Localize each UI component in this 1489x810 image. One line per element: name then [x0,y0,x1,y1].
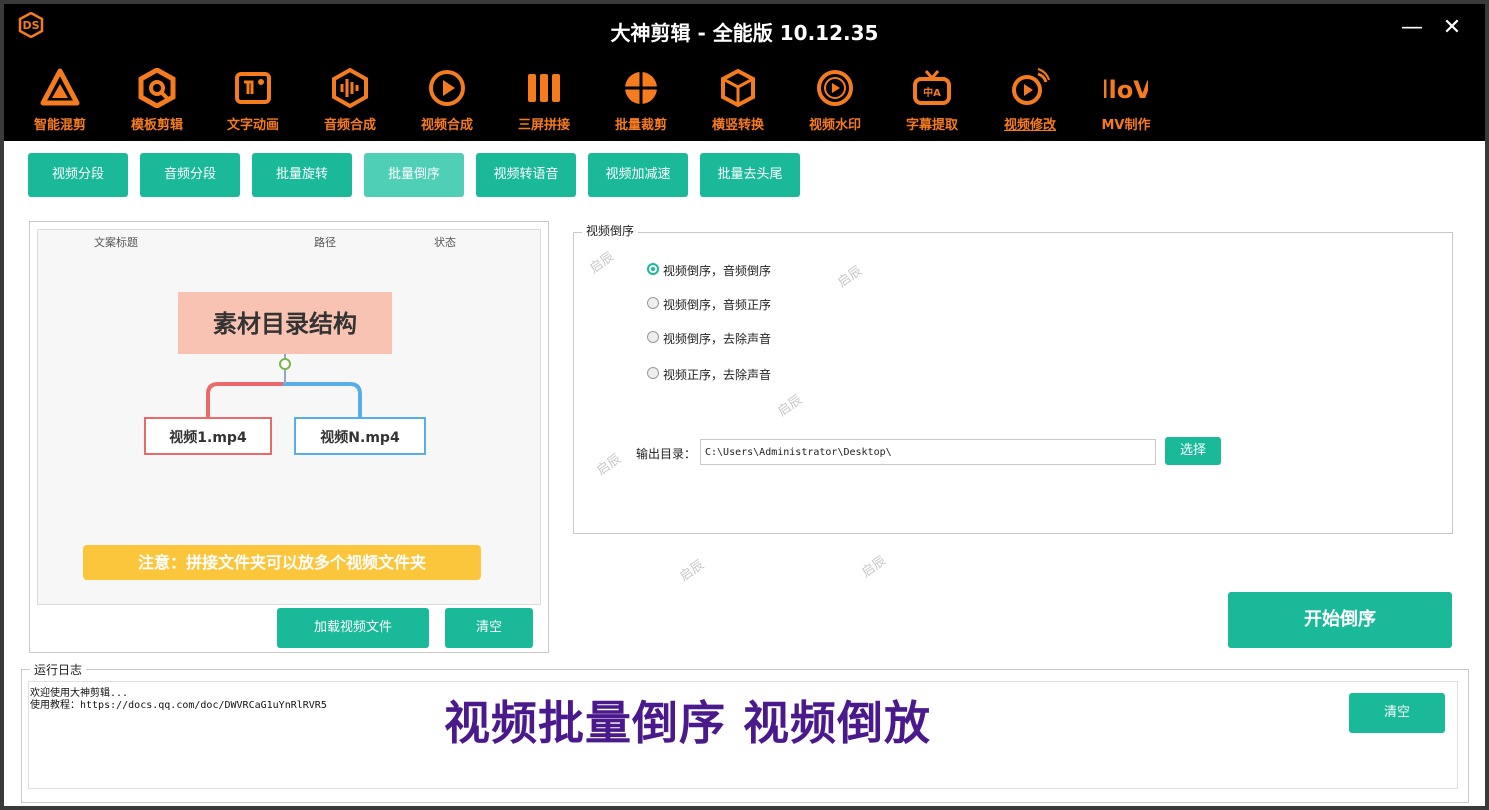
diagram-title: 素材目录结构 [213,310,357,338]
video-edit-icon [1012,68,1050,105]
directory-diagram: 素材目录结构 视频1.mp4 视频N.mp4 注意：拼接文件夹可以放多个视频文件… [83,292,481,580]
audio-hexagon-icon [332,68,368,108]
triangle-logo-icon [40,68,80,106]
tool-text-animation[interactable]: 文字动画 [207,64,299,136]
output-dir-label: 输出目录： [636,447,697,461]
tool-audio-compose[interactable]: 音频合成 [304,64,396,136]
tool-smart-mix[interactable]: 智能混剪 [14,64,106,136]
mv-logo-icon: lloV [1104,76,1148,104]
tool-label: 视频水印 [808,118,861,133]
tool-three-screen[interactable]: 三屏拼接 [498,64,590,136]
start-reverse-button[interactable]: 开始倒序 [1228,592,1452,648]
reverse-group-label: 视频倒序 [582,222,639,239]
rotate-cube-icon [721,68,755,108]
crop-sphere-icon [625,72,657,104]
watermark: 启辰 [677,557,708,585]
choose-dir-button[interactable]: 选择 [1165,437,1221,465]
radio-unselected-icon [647,297,659,309]
node-right-label: 视频N.mp4 [320,429,400,446]
log-line: 使用教程：https://docs.qq.com/doc/DWVRCaG1uYn… [30,700,327,711]
subtitle-tv-icon: 中A [913,70,951,105]
node-left-label: 视频1.mp4 [169,429,247,446]
radio-unselected-icon [647,367,659,379]
tool-label: 文字动画 [226,118,279,133]
radio-label: 视频倒序，去除声音 [663,332,772,346]
tool-template-edit[interactable]: 模板剪辑 [111,64,203,136]
output-dir-input[interactable] [700,439,1156,465]
title-bar: DS 大神剪辑 - 全能版 10.12.35 — ✕ 智能混剪 模板剪辑 文字动… [4,4,1485,141]
tool-batch-crop[interactable]: 批量裁剪 [595,64,687,136]
minimize-button[interactable]: — [1398,14,1426,42]
tool-label: MV制作 [1101,118,1151,133]
video-play-icon [429,70,465,106]
close-button[interactable]: ✕ [1438,14,1466,42]
tool-label: 音频合成 [323,118,376,133]
svg-text:中A: 中A [923,86,941,99]
tool-label: 视频合成 [420,118,473,133]
tool-label: 视频修改 [1003,118,1056,133]
subtab-video-speed[interactable]: 视频加减速 [588,153,688,197]
connector-left [206,382,283,418]
collapse-node-icon [279,358,291,370]
log-label: 运行日志 [30,661,87,678]
clear-log-button[interactable]: 清空 [1349,693,1445,733]
radio-selected-icon [647,263,659,275]
text-frame-icon [235,72,271,104]
svg-text:lloV: lloV [1104,76,1148,104]
tool-video-watermark[interactable]: 视频水印 [789,64,881,136]
tool-label: 字幕提取 [905,118,958,133]
note-text: 注意：拼接文件夹可以放多个视频文件夹 [138,553,426,572]
watermark: 启辰 [859,553,890,581]
load-video-button[interactable]: 加载视频文件 [277,608,429,648]
radio-label: 视频倒序，音频正序 [663,298,772,312]
subtab-batch-reverse[interactable]: 批量倒序 [364,153,464,197]
radio-unselected-icon [647,331,659,343]
watermark-play-icon [817,70,853,106]
subtab-trim-head-tail[interactable]: 批量去头尾 [700,153,800,197]
tool-mv-make[interactable]: lloV MV制作 [1080,64,1172,136]
clear-list-button[interactable]: 清空 [445,608,533,648]
file-list[interactable]: 文案标题 路径 状态 素材目录结构 视频1.mp4 视频N.mp4 注意：拼接文… [37,229,541,605]
tool-label: 模板剪辑 [130,118,183,133]
tool-orientation-convert[interactable]: 横竖转换 [692,64,784,136]
main-toolbar: 智能混剪 模板剪辑 文字动画 音频合成 视频合成 三屏拼接 批量裁剪 横竖转换 … [4,64,1485,141]
overlay-caption: 视频批量倒序 视频倒放 [444,696,932,750]
subtab-video-to-speech[interactable]: 视频转语音 [476,153,576,197]
tool-subtitle-extract[interactable]: 中A 字幕提取 [886,64,978,136]
hexagon-q-icon [138,68,176,108]
radio-label: 视频正序，去除声音 [663,368,772,382]
tool-video-compose[interactable]: 视频合成 [401,64,493,136]
three-screen-icon [528,74,560,102]
radio-label: 视频倒序，音频倒序 [663,264,772,278]
tool-label: 横竖转换 [711,118,764,133]
subtab-audio-segment[interactable]: 音频分段 [140,153,240,197]
subtab-batch-rotate[interactable]: 批量旋转 [252,153,352,197]
tool-label: 智能混剪 [33,118,86,133]
file-list-panel: 文案标题 路径 状态 素材目录结构 视频1.mp4 视频N.mp4 注意：拼接文… [29,221,549,653]
app-window: DS 大神剪辑 - 全能版 10.12.35 — ✕ 智能混剪 模板剪辑 文字动… [4,4,1485,806]
tool-label: 三屏拼接 [517,118,570,133]
connector-right [283,382,362,418]
tool-video-modify[interactable]: 视频修改 [984,64,1076,136]
subtab-video-segment[interactable]: 视频分段 [28,153,128,197]
window-title: 大神剪辑 - 全能版 10.12.35 [610,21,879,45]
tool-label: 批量裁剪 [614,118,667,133]
